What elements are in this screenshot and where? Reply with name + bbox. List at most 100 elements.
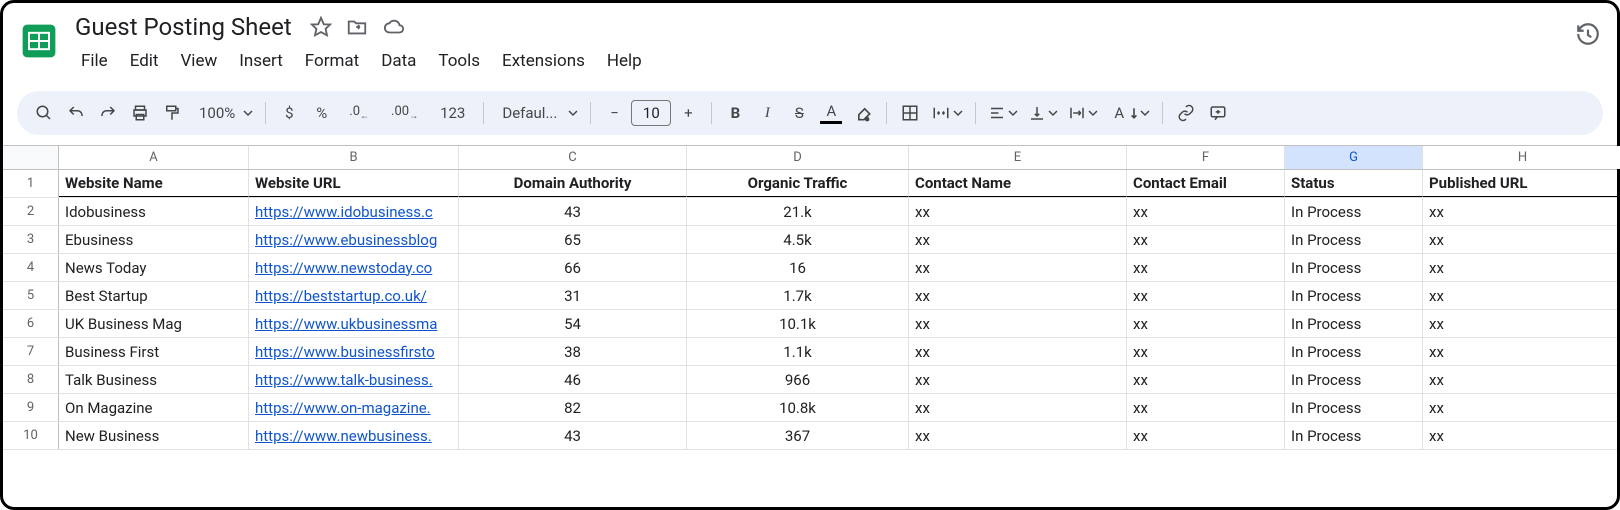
cell-E7[interactable]: xx xyxy=(909,338,1127,365)
decrease-decimal-button[interactable]: .0← xyxy=(339,98,379,128)
more-formats-button[interactable]: 123 xyxy=(430,98,475,128)
cell-H4[interactable]: xx xyxy=(1423,254,1620,281)
redo-button[interactable] xyxy=(93,98,123,128)
vertical-align-button[interactable] xyxy=(1024,98,1062,128)
cell-D6[interactable]: 10.1k xyxy=(687,310,909,337)
cell-C10[interactable]: 43 xyxy=(459,422,687,449)
text-wrap-button[interactable] xyxy=(1064,98,1102,128)
undo-button[interactable] xyxy=(61,98,91,128)
cell-E9[interactable]: xx xyxy=(909,394,1127,421)
currency-button[interactable]: $ xyxy=(274,98,304,128)
cell-F6[interactable]: xx xyxy=(1127,310,1285,337)
row-header-6[interactable]: 6 xyxy=(3,310,59,337)
cell-B3[interactable]: https://www.ebusinessblog xyxy=(249,226,459,253)
menu-file[interactable]: File xyxy=(71,47,118,75)
cell-D2[interactable]: 21.k xyxy=(687,198,909,225)
row-header-3[interactable]: 3 xyxy=(3,226,59,253)
cell-C6[interactable]: 54 xyxy=(459,310,687,337)
row-header-2[interactable]: 2 xyxy=(3,198,59,225)
cell-E8[interactable]: xx xyxy=(909,366,1127,393)
text-rotation-button[interactable]: A xyxy=(1104,98,1154,128)
cell-E10[interactable]: xx xyxy=(909,422,1127,449)
cloud-status-icon[interactable] xyxy=(382,16,406,38)
move-folder-icon[interactable] xyxy=(346,16,368,38)
cell-C9[interactable]: 82 xyxy=(459,394,687,421)
menu-data[interactable]: Data xyxy=(371,47,426,75)
cell-D9[interactable]: 10.8k xyxy=(687,394,909,421)
row-header-9[interactable]: 9 xyxy=(3,394,59,421)
cell-E2[interactable]: xx xyxy=(909,198,1127,225)
percent-button[interactable]: % xyxy=(306,98,337,128)
cell-C8[interactable]: 46 xyxy=(459,366,687,393)
search-menus-icon[interactable] xyxy=(29,98,59,128)
cell-A10[interactable]: New Business xyxy=(59,422,249,449)
row-header-5[interactable]: 5 xyxy=(3,282,59,309)
insert-comment-button[interactable] xyxy=(1203,98,1233,128)
cell-B5[interactable]: https://beststartup.co.uk/ xyxy=(249,282,459,309)
cell-G2[interactable]: In Process xyxy=(1285,198,1423,225)
bold-button[interactable]: B xyxy=(720,98,750,128)
cell-F4[interactable]: xx xyxy=(1127,254,1285,281)
col-header-A[interactable]: A xyxy=(59,146,249,169)
cell-H3[interactable]: xx xyxy=(1423,226,1620,253)
cell-D1[interactable]: Organic Traffic xyxy=(687,170,909,197)
col-header-B[interactable]: B xyxy=(249,146,459,169)
cell-C5[interactable]: 31 xyxy=(459,282,687,309)
cell-H9[interactable]: xx xyxy=(1423,394,1620,421)
cell-C7[interactable]: 38 xyxy=(459,338,687,365)
cell-A1[interactable]: Website Name xyxy=(59,170,249,197)
strikethrough-button[interactable]: S xyxy=(784,98,814,128)
cell-F1[interactable]: Contact Email xyxy=(1127,170,1285,197)
row-header-4[interactable]: 4 xyxy=(3,254,59,281)
cell-A5[interactable]: Best Startup xyxy=(59,282,249,309)
cell-H10[interactable]: xx xyxy=(1423,422,1620,449)
cell-H8[interactable]: xx xyxy=(1423,366,1620,393)
col-header-E[interactable]: E xyxy=(909,146,1127,169)
cell-H7[interactable]: xx xyxy=(1423,338,1620,365)
cell-E6[interactable]: xx xyxy=(909,310,1127,337)
cell-G8[interactable]: In Process xyxy=(1285,366,1423,393)
cell-C2[interactable]: 43 xyxy=(459,198,687,225)
col-header-H[interactable]: H xyxy=(1423,146,1620,169)
cell-G5[interactable]: In Process xyxy=(1285,282,1423,309)
menu-help[interactable]: Help xyxy=(597,47,652,75)
cell-F7[interactable]: xx xyxy=(1127,338,1285,365)
cell-E4[interactable]: xx xyxy=(909,254,1127,281)
menu-format[interactable]: Format xyxy=(295,47,369,75)
cell-H5[interactable]: xx xyxy=(1423,282,1620,309)
print-button[interactable] xyxy=(125,98,155,128)
row-header-10[interactable]: 10 xyxy=(3,422,59,449)
increase-decimal-button[interactable]: .00→ xyxy=(381,98,428,128)
fill-color-button[interactable] xyxy=(848,98,878,128)
horizontal-align-button[interactable] xyxy=(984,98,1022,128)
cell-A8[interactable]: Talk Business xyxy=(59,366,249,393)
font-size-input[interactable]: 10 xyxy=(631,100,671,126)
cell-B1[interactable]: Website URL xyxy=(249,170,459,197)
decrease-font-size-button[interactable]: − xyxy=(599,98,629,128)
text-color-button[interactable]: A xyxy=(816,98,846,128)
cell-D5[interactable]: 1.7k xyxy=(687,282,909,309)
row-header-1[interactable]: 1 xyxy=(3,170,59,197)
cell-F2[interactable]: xx xyxy=(1127,198,1285,225)
menu-insert[interactable]: Insert xyxy=(229,47,293,75)
cell-D10[interactable]: 367 xyxy=(687,422,909,449)
cell-A6[interactable]: UK Business Mag xyxy=(59,310,249,337)
cell-A3[interactable]: Ebusiness xyxy=(59,226,249,253)
cell-D7[interactable]: 1.1k xyxy=(687,338,909,365)
cell-G10[interactable]: In Process xyxy=(1285,422,1423,449)
cell-B7[interactable]: https://www.businessfirsto xyxy=(249,338,459,365)
cell-H6[interactable]: xx xyxy=(1423,310,1620,337)
cell-D3[interactable]: 4.5k xyxy=(687,226,909,253)
col-header-D[interactable]: D xyxy=(687,146,909,169)
cell-B2[interactable]: https://www.idobusiness.c xyxy=(249,198,459,225)
cell-F10[interactable]: xx xyxy=(1127,422,1285,449)
cell-E5[interactable]: xx xyxy=(909,282,1127,309)
cell-C1[interactable]: Domain Authority xyxy=(459,170,687,197)
cell-C3[interactable]: 65 xyxy=(459,226,687,253)
col-header-G[interactable]: G xyxy=(1285,146,1423,169)
cell-G7[interactable]: In Process xyxy=(1285,338,1423,365)
italic-button[interactable]: I xyxy=(752,98,782,128)
cell-D4[interactable]: 16 xyxy=(687,254,909,281)
insert-link-button[interactable] xyxy=(1171,98,1201,128)
cell-B10[interactable]: https://www.newbusiness. xyxy=(249,422,459,449)
